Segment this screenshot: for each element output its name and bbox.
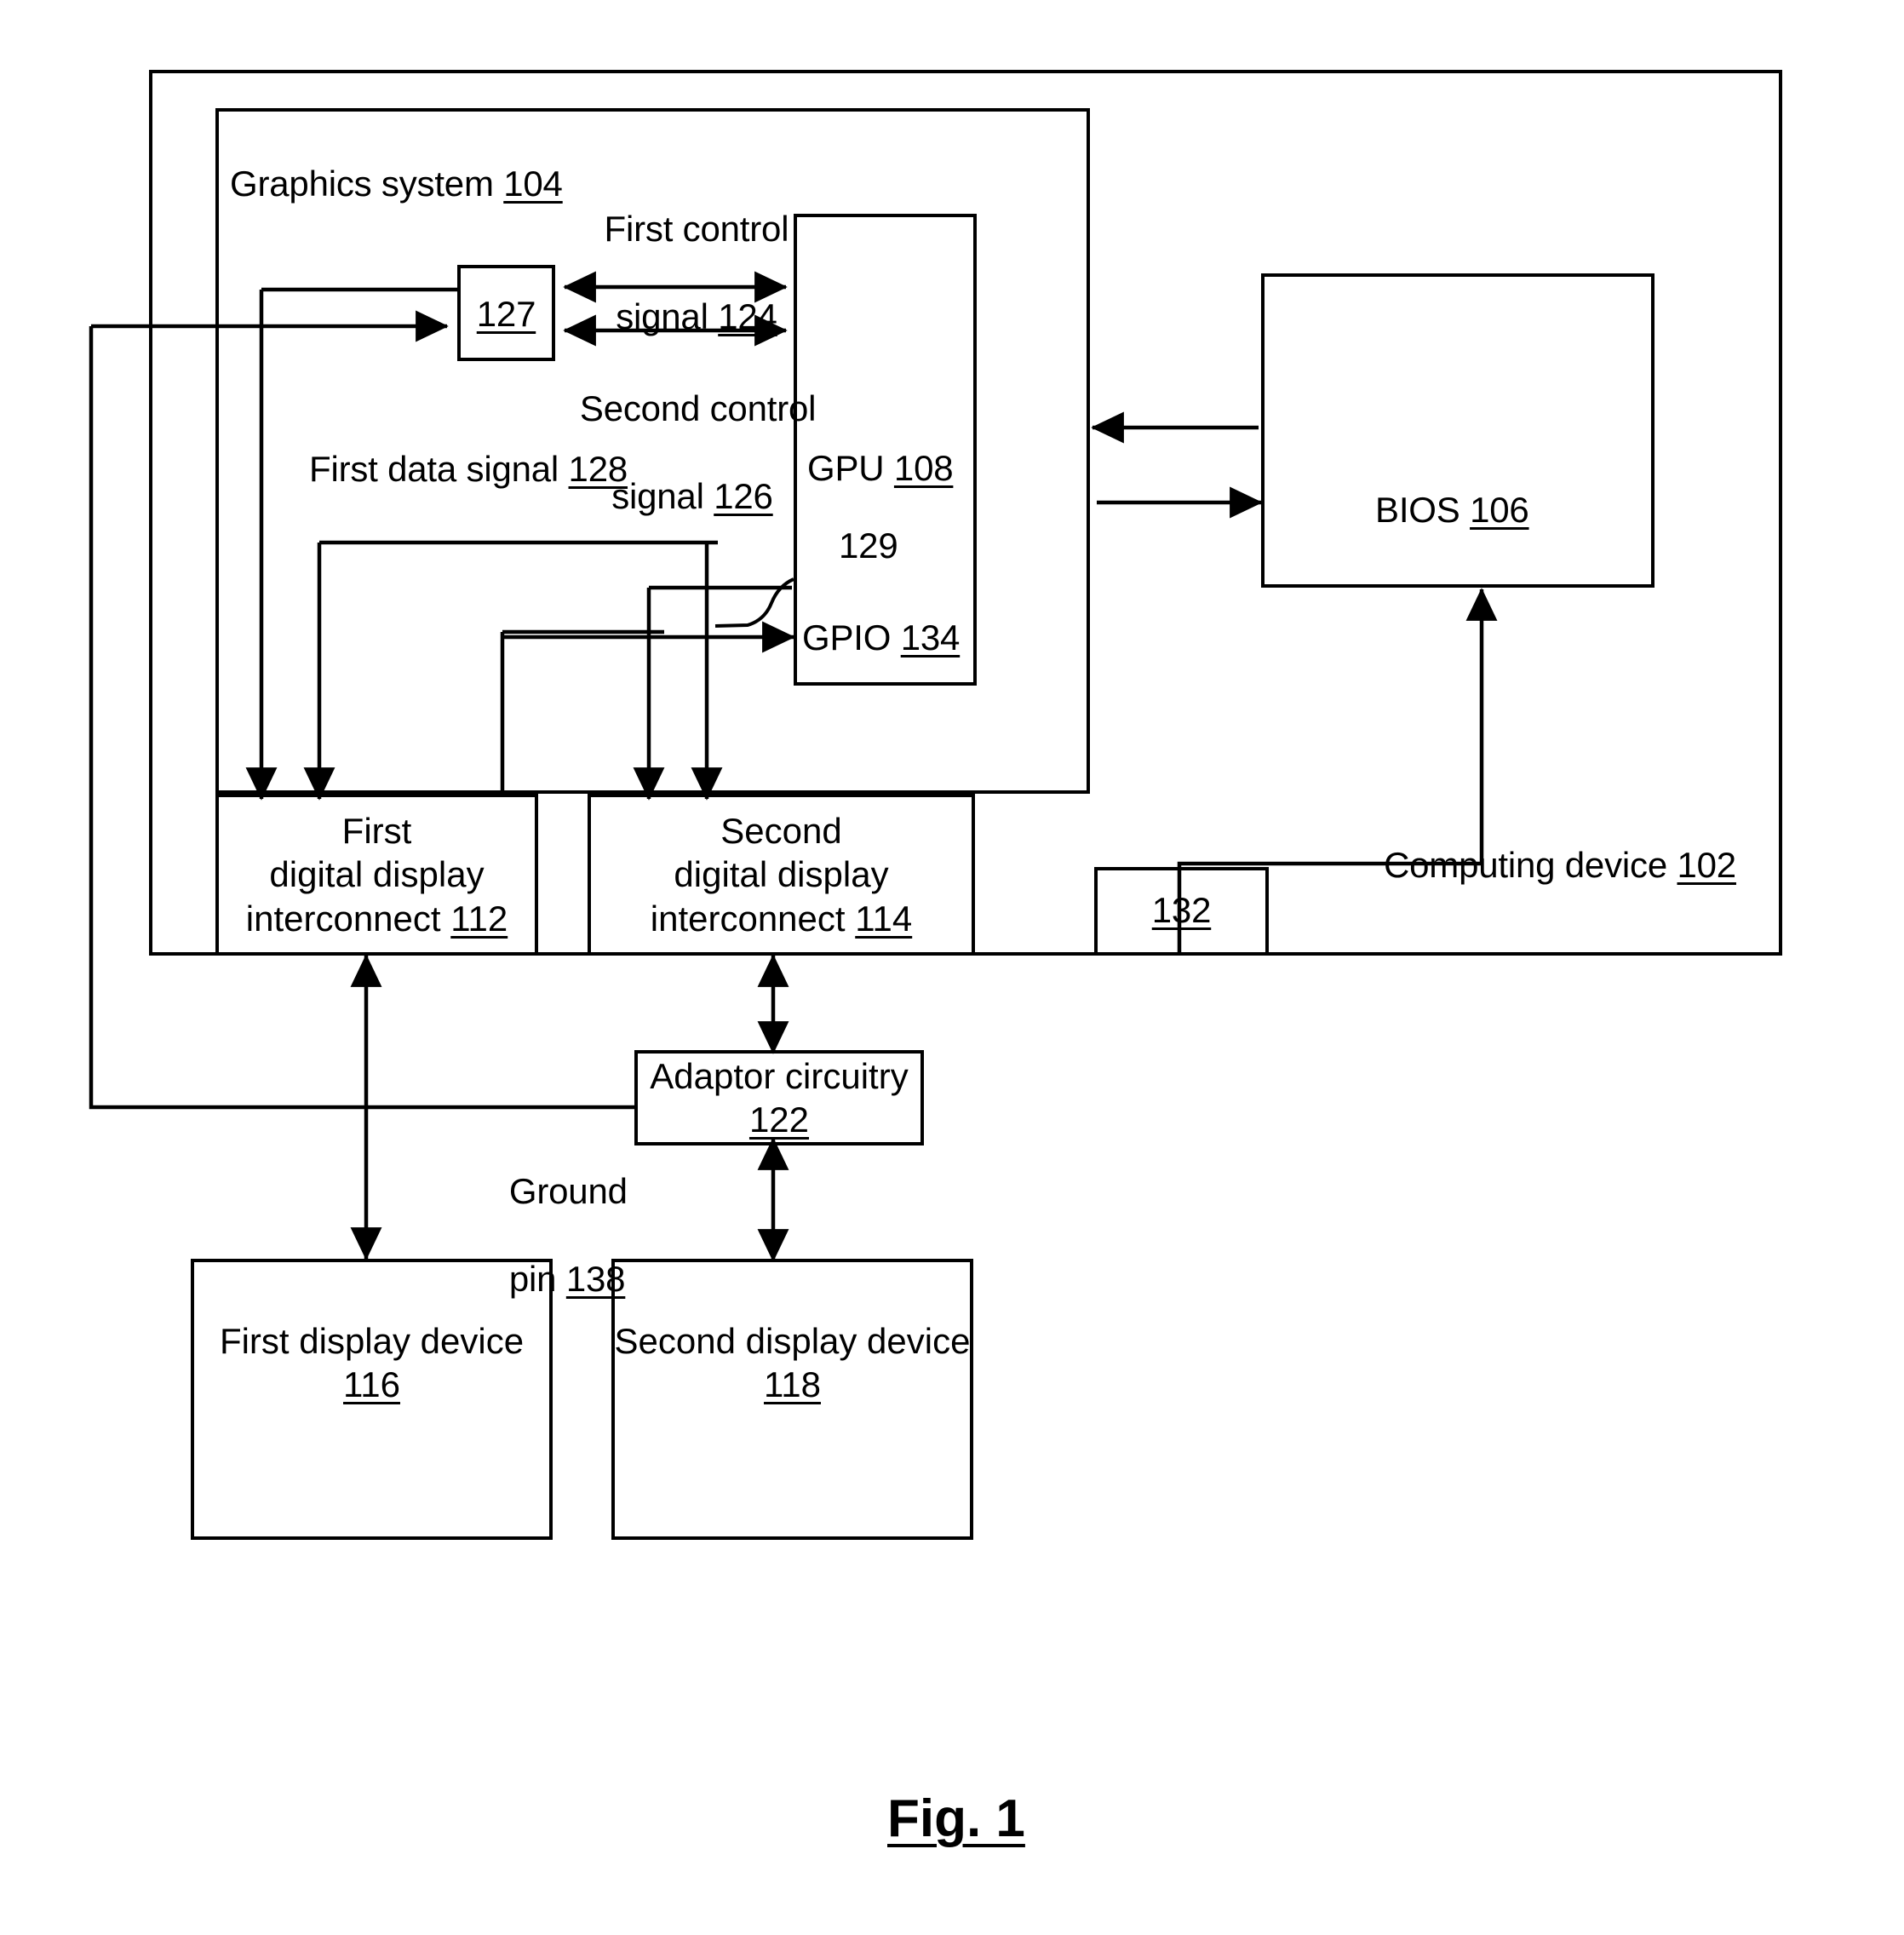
computing-device-ref: 102: [1677, 845, 1736, 885]
first-control-line2: signal: [616, 296, 708, 336]
first-interconnect-line1: First: [341, 811, 412, 852]
second-display-device-label: Second display device 118: [611, 1312, 973, 1414]
patent-figure-1: Computing device 102 Graphics system 104…: [0, 0, 1904, 1935]
bios-label-text: BIOS: [1375, 490, 1460, 530]
second-interconnect-ref: 114: [855, 898, 913, 939]
ground-pin-line1: Ground: [508, 1171, 628, 1212]
bios-ref: 106: [1470, 490, 1529, 530]
switch-127-ref: 127: [476, 294, 536, 334]
computing-device-label: Computing device 102: [1384, 843, 1736, 887]
adaptor-ref: 122: [748, 1100, 810, 1140]
second-display-ref: 118: [764, 1364, 821, 1404]
ref-129-text: 129: [839, 525, 898, 566]
adaptor-label-text: Adaptor circuitry: [650, 1055, 909, 1096]
second-interconnect-line2: digital display: [674, 854, 889, 895]
second-display-label-text: Second display device: [614, 1320, 971, 1361]
first-control-ref: 124: [718, 296, 777, 336]
bios-label: BIOS 106: [1375, 488, 1529, 531]
first-data-ref: 128: [568, 449, 628, 489]
second-interconnect-line3-wrap: interconnect 114: [651, 897, 912, 940]
figure-caption: Fig. 1: [887, 1789, 1025, 1848]
second-control-ref: 126: [714, 475, 773, 516]
bios-box: [1261, 273, 1655, 588]
adaptor-circuitry-label: Adaptor circuitry 122: [634, 1050, 924, 1145]
first-data-label-text: First data signal: [309, 449, 559, 489]
second-interconnect-line3: interconnect: [650, 898, 846, 939]
second-interconnect-line1: Second: [720, 811, 842, 852]
gpio-label-text: GPIO: [802, 617, 892, 657]
ground-pin-ref: 138: [565, 1258, 626, 1299]
first-interconnect-line3-wrap: interconnect 112: [246, 897, 508, 940]
second-digital-display-interconnect-label: Second digital display interconnect 114: [588, 794, 975, 956]
gpu-ref: 108: [893, 448, 954, 488]
first-digital-display-interconnect-label: First digital display interconnect 112: [215, 794, 538, 956]
first-data-signal-label: First data signal 128: [309, 447, 628, 491]
gpio-ref: 134: [900, 617, 961, 657]
gpio-label: GPIO 134: [802, 616, 960, 659]
graphics-system-label: Graphics system 104: [230, 162, 563, 205]
first-interconnect-line2: digital display: [269, 854, 485, 895]
ground-pin-label: Ground pin 138: [470, 1126, 628, 1344]
ref-129-label: 129: [839, 524, 898, 567]
first-interconnect-line3: interconnect: [245, 898, 441, 939]
ground-pin-line2: pin: [508, 1258, 557, 1299]
graphics-system-label-text: Graphics system: [230, 164, 494, 204]
first-interconnect-ref: 112: [450, 898, 508, 939]
gpu-label-text: GPU: [807, 448, 885, 488]
node-132-label: 132: [1094, 888, 1269, 932]
first-control-line1: First control: [604, 209, 789, 250]
switch-127-label: 127: [457, 292, 555, 336]
first-display-ref: 116: [343, 1364, 400, 1404]
second-control-line1: Second control: [579, 388, 817, 429]
gpu-label: GPU 108: [807, 446, 954, 490]
node-132-ref: 132: [1151, 890, 1212, 930]
computing-device-label-text: Computing device: [1384, 845, 1667, 885]
